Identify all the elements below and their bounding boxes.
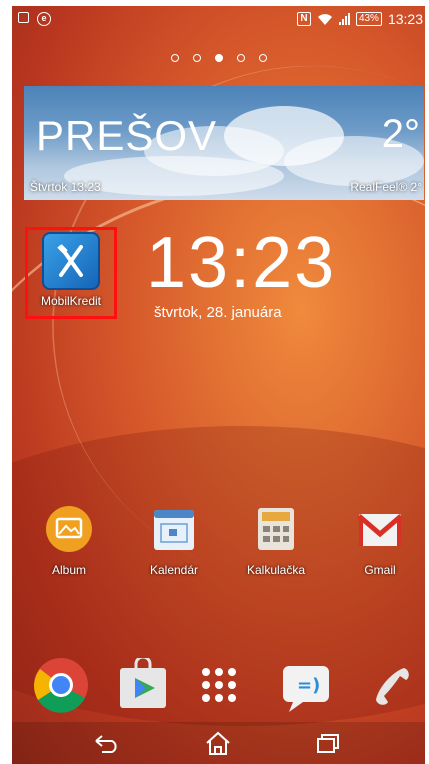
dock: =) [12,656,425,716]
album-icon [46,506,92,552]
app-kalendar[interactable]: Kalendár [129,504,219,577]
app-label: Album [51,563,86,577]
clock-date: štvrtok, 28. januára [154,304,282,321]
weather-temperature: 2° [381,112,420,156]
fork-knife-icon [42,232,100,290]
calculator-icon [258,508,294,550]
messaging-icon[interactable]: =) [279,660,333,714]
notification-e-icon: e [37,12,51,26]
wifi-icon [317,13,332,25]
status-bar: e N 43% 13:23 [12,6,425,34]
back-icon[interactable] [92,733,120,753]
weather-city: PREŠOV [36,112,218,159]
page-dot[interactable] [192,54,201,62]
page-indicator [12,54,425,62]
app-label: Kalkulačka [246,563,306,577]
notification-square-icon [18,12,29,23]
app-label: Kalendár [149,563,199,577]
app-gmail[interactable]: Gmail [335,504,425,577]
home-screen: e N 43% 13:23 PREŠOV 2° Štvrtok 13:23 Re [12,6,425,764]
svg-text:=): =) [297,675,320,696]
nfc-icon: N [296,12,311,26]
app-label: Gmail [364,563,396,577]
clock-time[interactable]: 13:23 [146,222,336,304]
page-dot[interactable] [236,54,245,62]
recent-apps-icon[interactable] [314,732,342,754]
weather-realfeel: RealFeel® 2° [350,180,422,194]
shortcut-label: MobilKredit [40,294,102,308]
app-drawer-icon[interactable] [194,660,244,710]
page-dot[interactable] [170,54,179,62]
play-store-icon[interactable] [116,658,170,712]
chrome-icon[interactable] [32,656,90,714]
weather-day-time: Štvrtok 13:23 [30,180,101,194]
app-kalkulacka[interactable]: Kalkulačka [231,504,321,577]
home-icon[interactable] [204,730,232,756]
mobilkredit-shortcut[interactable]: MobilKredit [30,232,112,308]
calendar-icon [154,510,194,550]
phone-icon[interactable] [364,660,416,712]
battery-indicator: 43% [355,12,382,26]
page-dot-active[interactable] [214,54,223,62]
weather-widget[interactable]: PREŠOV 2° Štvrtok 13:23 RealFeel® 2° [24,86,424,200]
navigation-bar [12,722,425,764]
signal-icon [338,13,350,25]
gmail-icon [357,514,403,546]
status-time: 13:23 [387,11,423,27]
app-album[interactable]: Album [24,504,114,577]
page-dot[interactable] [258,54,267,62]
